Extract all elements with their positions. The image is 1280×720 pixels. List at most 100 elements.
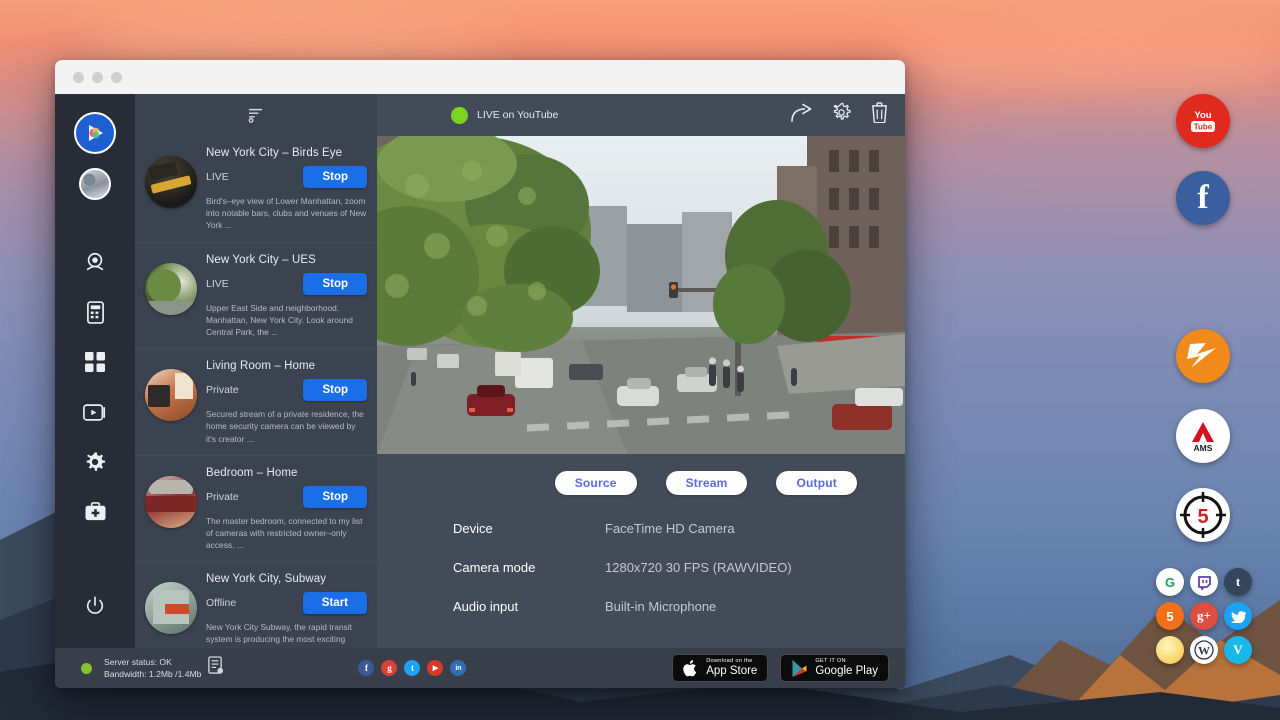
google-plus-icon: g: [387, 663, 392, 673]
social-youtube[interactable]: ▶: [427, 660, 443, 676]
svg-text:5: 5: [1197, 506, 1208, 528]
youtube-icon: ▶: [433, 664, 438, 672]
camera-action-button[interactable]: Stop: [303, 379, 367, 401]
desktop-icon-google-plus[interactable]: g+: [1190, 602, 1218, 630]
social-linkedin[interactable]: in: [450, 660, 466, 676]
camera-list-item[interactable]: New York City, Subway Offline Start New …: [135, 562, 377, 648]
desktop-icon-facebook[interactable]: f: [1176, 171, 1230, 225]
detail-value[interactable]: 1280x720 30 FPS (RAWVIDEO): [605, 560, 792, 575]
sidebar-item-app-logo[interactable]: [74, 112, 116, 154]
play-logo-icon: [84, 122, 106, 144]
google-play-badge[interactable]: GET IT ON Google Play: [780, 654, 889, 682]
desktop-icon-vimeo[interactable]: V: [1224, 636, 1252, 664]
desktop-icon-twitch[interactable]: [1190, 568, 1218, 596]
desktop-icon-wordpress[interactable]: W: [1190, 636, 1218, 664]
settings-button[interactable]: [831, 102, 852, 128]
video-preview[interactable]: [377, 136, 905, 454]
camera-thumbnail: [145, 263, 197, 315]
detail-row-device: Device FaceTime HD Camera: [453, 521, 905, 536]
app-store-badge[interactable]: Download on the App Store: [672, 654, 768, 682]
close-button[interactable]: [73, 72, 84, 83]
desktop-icon-red5[interactable]: 5: [1176, 488, 1230, 542]
red5-target-icon: 5: [1178, 490, 1228, 540]
camera-thumbnail: [145, 582, 197, 634]
desktop-icon-youtube[interactable]: You Tube: [1176, 94, 1230, 148]
svg-text:W: W: [1198, 644, 1210, 658]
server-status-dot: [81, 663, 92, 674]
power-icon: [85, 596, 105, 616]
wordpress-icon: W: [1194, 640, 1214, 660]
social-twitter[interactable]: t: [404, 660, 420, 676]
window-titlebar[interactable]: [55, 60, 905, 94]
svg-text:You: You: [1194, 110, 1211, 121]
camera-state: LIVE: [206, 278, 229, 290]
camera-state: Private: [206, 491, 239, 503]
sidebar-item-power[interactable]: [75, 586, 115, 626]
apple-icon: [683, 659, 699, 678]
trash-icon: [870, 102, 889, 123]
gear-icon: [84, 451, 106, 473]
desktop-icon-g[interactable]: G: [1156, 568, 1184, 596]
red5-icon: 5: [1166, 609, 1173, 624]
tumblr-icon: t: [1236, 574, 1240, 590]
sidebar-item-dashboard[interactable]: [75, 342, 115, 382]
social-links: f g t ▶ in: [358, 660, 466, 676]
avatar-icon: [81, 170, 109, 198]
detail-label: Camera mode: [453, 560, 605, 575]
camera-list-scroll[interactable]: New York City – Birds Eye LIVE Stop Bird…: [135, 136, 377, 648]
desktop-icon-periscope[interactable]: [1156, 636, 1184, 664]
sidebar-item-cameras[interactable]: [75, 242, 115, 282]
camera-title: New York City – Birds Eye: [206, 147, 367, 159]
svg-text:AMS: AMS: [1194, 443, 1213, 453]
adobe-ams-icon: AMS: [1183, 418, 1223, 454]
gear-icon: [831, 102, 852, 123]
zoom-button[interactable]: [111, 72, 122, 83]
app-window: New York City – Birds Eye LIVE Stop Bird…: [55, 60, 905, 688]
sidebar-item-support[interactable]: [75, 492, 115, 532]
list-filter-bar[interactable]: [135, 94, 377, 136]
camera-list-item[interactable]: New York City – Birds Eye LIVE Stop Bird…: [135, 136, 377, 243]
sidebar-item-broadcasts[interactable]: [75, 392, 115, 432]
svg-text:Tube: Tube: [1194, 123, 1213, 132]
detail-row-camera-mode: Camera mode 1280x720 30 FPS (RAWVIDEO): [453, 560, 905, 575]
sort-filter-icon: [247, 106, 265, 124]
google-plus-icon: g+: [1197, 608, 1211, 624]
log-button[interactable]: [207, 656, 224, 680]
detail-value[interactable]: FaceTime HD Camera: [605, 521, 735, 536]
camera-action-button[interactable]: Stop: [303, 166, 367, 188]
camera-title: New York City – UES: [206, 254, 367, 266]
camera-list-item[interactable]: Bedroom – Home Private Stop The master b…: [135, 456, 377, 563]
desktop-icon-red5-small[interactable]: 5: [1156, 602, 1184, 630]
detail-tabs: Source Stream Output: [377, 454, 905, 495]
camera-action-button[interactable]: Stop: [303, 486, 367, 508]
social-google-plus[interactable]: g: [381, 660, 397, 676]
desktop-icon-wowza[interactable]: [1176, 329, 1230, 383]
camera-list-item[interactable]: Living Room – Home Private Stop Secured …: [135, 349, 377, 456]
app-store-sub: Download on the: [706, 659, 757, 665]
tab-source[interactable]: Source: [555, 471, 637, 495]
tab-stream[interactable]: Stream: [666, 471, 748, 495]
street-scene: [377, 136, 905, 454]
cloud: [420, 0, 980, 60]
detail-value[interactable]: Built-in Microphone: [605, 599, 716, 614]
desktop-icon-tumblr[interactable]: t: [1224, 568, 1252, 596]
minimize-button[interactable]: [92, 72, 103, 83]
sidebar-item-user-avatar[interactable]: [79, 168, 111, 200]
main-toolbar: LIVE on YouTube: [377, 94, 905, 136]
desktop-icon-adobe-ams[interactable]: AMS: [1176, 409, 1230, 463]
social-facebook[interactable]: f: [358, 660, 374, 676]
share-button[interactable]: [790, 103, 813, 128]
live-indicator-dot: [451, 107, 468, 124]
linkedin-icon: in: [455, 665, 461, 672]
sidebar-item-reports[interactable]: [75, 292, 115, 332]
tab-output[interactable]: Output: [776, 471, 857, 495]
sidebar-item-settings[interactable]: [75, 442, 115, 482]
twitter-bird-icon: [1231, 610, 1246, 623]
camera-title: New York City, Subway: [206, 573, 367, 585]
desktop-icon-twitter[interactable]: [1224, 602, 1252, 630]
delete-button[interactable]: [870, 102, 889, 128]
sidebar-rail: [55, 94, 135, 648]
camera-action-button[interactable]: Stop: [303, 273, 367, 295]
camera-action-button[interactable]: Start: [303, 592, 367, 614]
camera-list-item[interactable]: New York City – UES LIVE Stop Upper East…: [135, 243, 377, 350]
